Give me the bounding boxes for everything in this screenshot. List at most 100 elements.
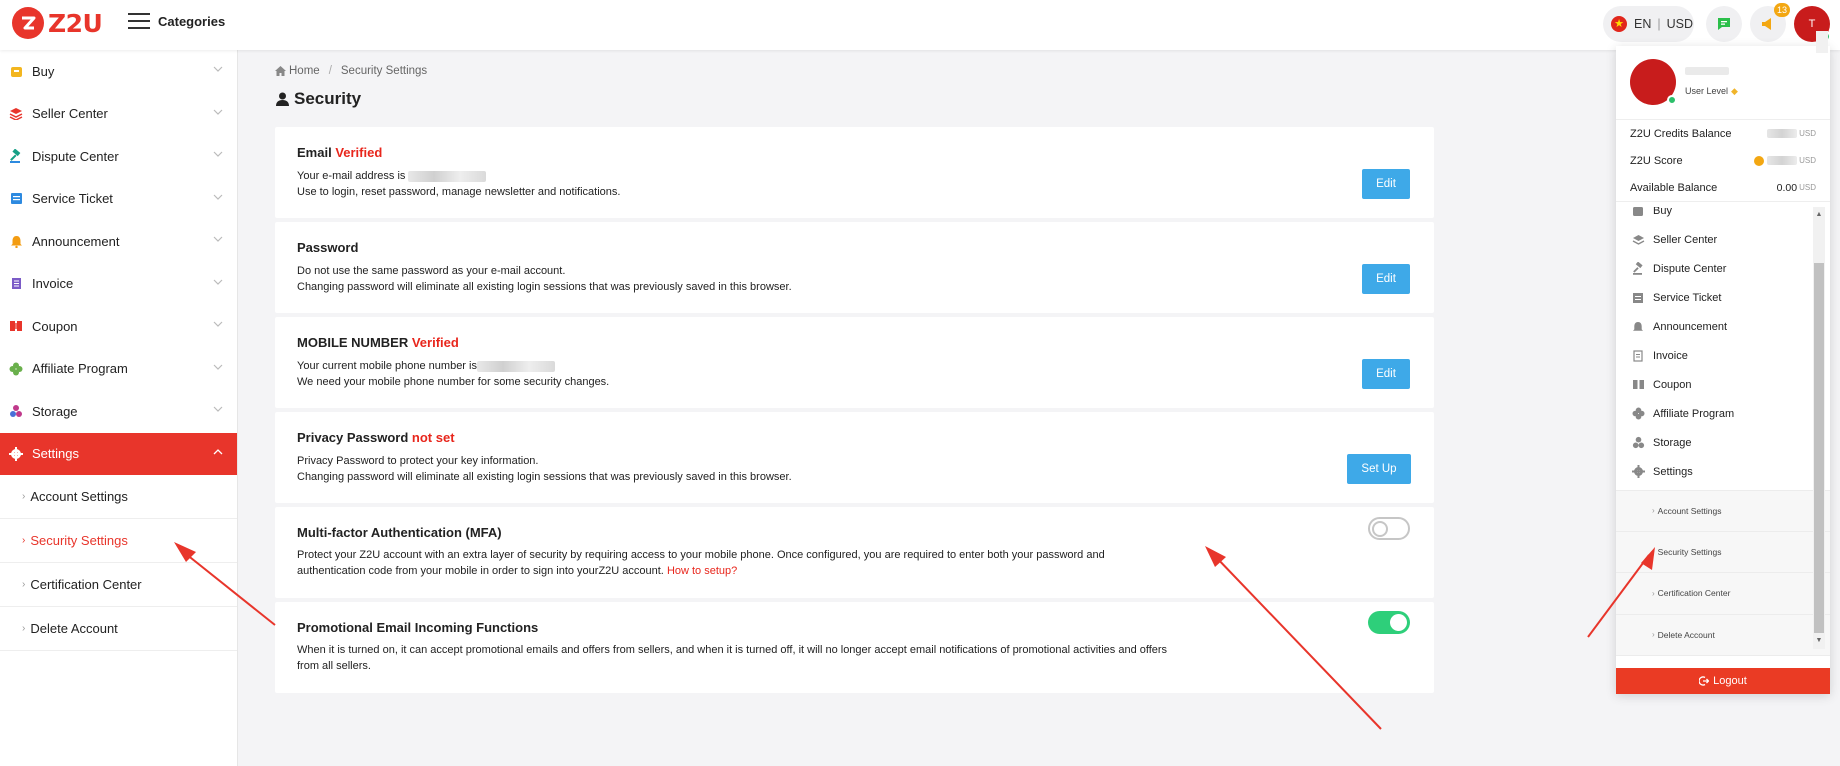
language-currency-switch[interactable]: ★ EN | USD [1603,6,1694,42]
page-scrollbar[interactable] [1816,31,1828,53]
panel-item-announcement[interactable]: Announcement [1616,312,1830,341]
email-card: Email Verified Your e-mail address is Us… [275,127,1434,218]
sidebar-subitem-security-settings[interactable]: › Security Settings [0,519,237,563]
chevron-right-icon: › [1652,547,1655,557]
gavel-icon [9,149,23,164]
toggle-knob [1372,520,1388,537]
chevron-down-icon [213,406,223,412]
panel-item-service-ticket[interactable]: Service Ticket [1616,283,1830,312]
sidebar-item-storage[interactable]: Storage [0,390,237,433]
sidebar-item-invoice[interactable]: Invoice [0,263,237,306]
privacy-card-desc: Privacy Password to protect your key inf… [297,453,1177,485]
panel-item-dispute-center[interactable]: Dispute Center [1616,254,1830,283]
sidebar-subitem-delete-account[interactable]: › Delete Account [0,607,237,651]
language-label: EN [1634,17,1652,31]
notification-button[interactable]: 13 [1750,3,1790,42]
panel-subitem-label: Security Settings [1657,546,1722,557]
subitem-label: Security Settings [30,533,128,548]
panel-avatar [1630,59,1677,105]
sidebar-item-label: Buy [32,63,55,79]
breadcrumb-current: Security Settings [340,65,428,77]
chat-button[interactable] [1706,6,1742,42]
bell-icon [1631,320,1645,334]
sidebar-item-buy[interactable]: Buy [0,50,237,93]
vietnam-flag-icon: ★ [1611,16,1627,32]
panel-item-coupon[interactable]: Coupon [1616,370,1830,399]
chevron-down-icon [213,364,223,370]
edit-mobile-button[interactable]: Edit [1362,359,1410,389]
panel-item-seller-center[interactable]: Seller Center [1616,225,1830,254]
sidebar-item-settings[interactable]: Settings [0,432,237,475]
panel-item-label: Coupon [1653,378,1692,391]
privacy-desc-line2: Changing password will eliminate all exi… [297,471,792,483]
privacy-desc-line1: Privacy Password to protect your key inf… [297,455,539,467]
panel-scrollbar[interactable]: ▲ ▼ [1813,207,1825,649]
panel-item-settings[interactable]: Settings [1616,457,1830,486]
mobile-desc-line2: We need your mobile phone number for som… [297,376,610,388]
email-card-title: Email Verified [297,145,382,160]
panel-subitem-delete-account[interactable]: › Delete Account [1616,614,1830,656]
layers-icon [1631,233,1645,247]
online-status-dot [1667,95,1677,105]
panel-subitem-label: Account Settings [1657,505,1722,516]
sidebar-item-affiliate-program[interactable]: Affiliate Program [0,348,237,391]
balance-unit: USD [1799,183,1816,192]
password-card-desc: Do not use the same password as your e-m… [297,263,1177,295]
subitem-label: Account Settings [30,489,128,504]
scroll-up-arrow[interactable]: ▲ [1815,211,1823,219]
invoice-icon [1631,349,1645,363]
z2u-logo-icon [12,7,44,39]
panel-subitem-certification-center[interactable]: › Certification Center [1616,573,1830,615]
mfa-card-title: Multi-factor Authentication (MFA) [297,525,502,540]
z2u-logo[interactable]: Z2U [12,7,103,39]
setup-privacy-password-button[interactable]: Set Up [1347,454,1411,484]
credits-balance-row: Z2U Credits Balance USD [1616,120,1830,147]
mfa-toggle[interactable] [1368,517,1410,540]
chevron-down-icon [213,279,223,285]
breadcrumb-home[interactable]: Home [289,65,320,77]
scroll-down-arrow[interactable]: ▼ [1815,637,1823,645]
promo-email-toggle[interactable] [1368,611,1410,634]
how-to-setup-link[interactable]: How to setup? [667,565,737,577]
password-desc-line2: Changing password will eliminate all exi… [297,281,792,293]
sidebar-item-service-ticket[interactable]: Service Ticket [0,178,237,221]
privacy-card-title: Privacy Password not set [297,430,455,445]
invoice-icon [9,277,23,291]
chevron-down-icon [213,109,223,115]
sidebar-item-label: Coupon [32,318,78,334]
panel-item-label: Dispute Center [1653,262,1727,275]
sidebar-item-label: Announcement [32,233,120,249]
panel-subitem-account-settings[interactable]: › Account Settings [1616,490,1830,532]
edit-email-button[interactable]: Edit [1362,169,1410,199]
scroll-thumb[interactable] [1814,263,1824,633]
sidebar-item-dispute-center[interactable]: Dispute Center [0,135,237,178]
sidebar-subitem-certification-center[interactable]: › Certification Center [0,563,237,607]
chevron-up-icon [213,448,223,454]
sidebar-item-announcement[interactable]: Announcement [0,220,237,263]
sidebar-item-coupon[interactable]: Coupon [0,305,237,348]
coupon-icon [9,319,23,333]
storage-icon [1631,436,1645,450]
sidebar-item-label: Dispute Center [32,148,119,164]
card-title-text: MOBILE NUMBER [297,335,409,350]
panel-item-label: Invoice [1653,349,1688,362]
sidebar-subitem-account-settings[interactable]: › Account Settings [0,475,237,519]
panel-item-label: Seller Center [1653,233,1718,246]
promo-email-card: Promotional Email Incoming Functions Whe… [275,602,1434,693]
panel-item-affiliate-program[interactable]: Affiliate Program [1616,399,1830,428]
panel-item-invoice[interactable]: Invoice [1616,341,1830,370]
chevron-down-icon [213,66,223,72]
categories-menu[interactable]: Categories [128,12,225,30]
panel-item-buy[interactable]: Buy [1616,207,1830,225]
panel-item-label: Storage [1653,436,1692,449]
balance-label: Z2U Credits Balance [1630,127,1732,140]
page-title-text: Security [294,89,362,108]
logout-button[interactable]: Logout [1616,668,1830,694]
sidebar-item-seller-center[interactable]: Seller Center [0,93,237,136]
sidebar-item-label: Seller Center [32,106,108,122]
panel-subitem-security-settings[interactable]: › Security Settings [1616,531,1830,573]
panel-item-storage[interactable]: Storage [1616,428,1830,457]
edit-password-button[interactable]: Edit [1362,264,1410,294]
megaphone-icon [1762,18,1771,30]
sidebar-item-label: Settings [32,446,79,462]
